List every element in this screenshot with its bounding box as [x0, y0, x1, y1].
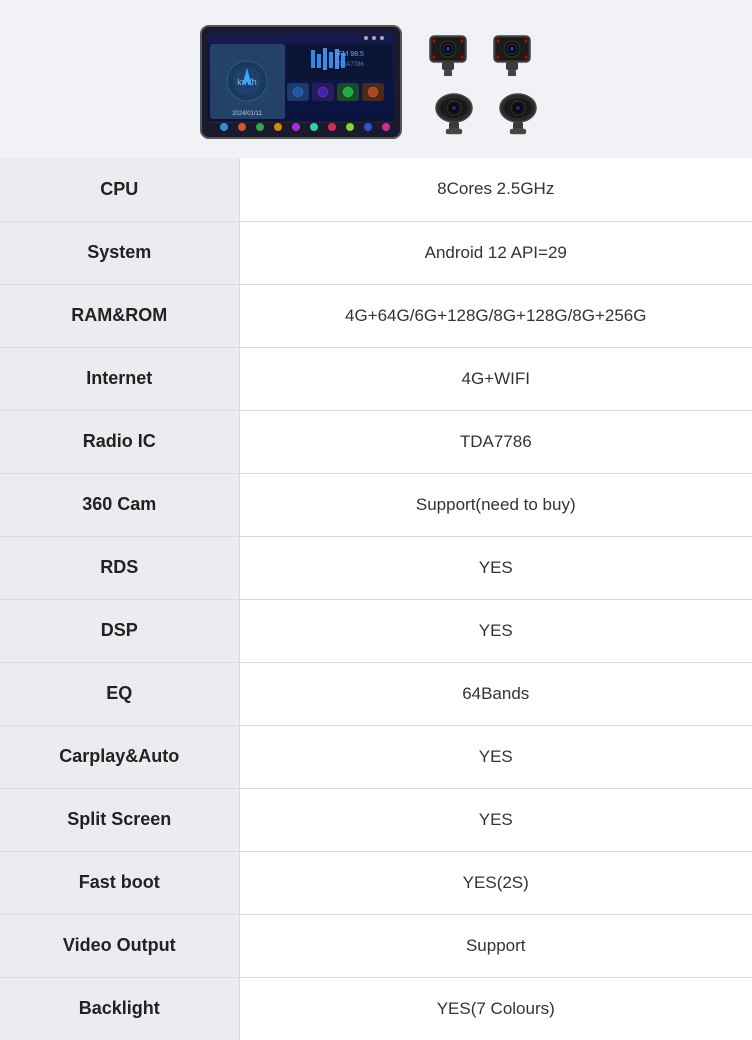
spec-value: 4G+64G/6G+128G/8G+128G/8G+256G	[239, 284, 752, 347]
spec-value: 4G+WIFI	[239, 347, 752, 410]
table-row: BacklightYES(7 Colours)	[0, 977, 752, 1040]
camera-1-icon	[426, 28, 484, 80]
product-image-row: km/h FM 98.5 TDA7786	[0, 0, 752, 158]
spec-value: 8Cores 2.5GHz	[239, 158, 752, 221]
spec-label: Split Screen	[0, 788, 239, 851]
camera-group	[426, 28, 556, 138]
spec-label: RAM&ROM	[0, 284, 239, 347]
svg-text:FM 98.5: FM 98.5	[338, 51, 364, 58]
spec-label: Video Output	[0, 914, 239, 977]
specs-table: CPU8Cores 2.5GHzSystemAndroid 12 API=29R…	[0, 158, 752, 1040]
spec-value: YES(7 Colours)	[239, 977, 752, 1040]
main-unit-image: km/h FM 98.5 TDA7786	[196, 18, 406, 148]
spec-label: 360 Cam	[0, 473, 239, 536]
table-row: SystemAndroid 12 API=29	[0, 221, 752, 284]
table-row: EQ64Bands	[0, 662, 752, 725]
spec-value: Support	[239, 914, 752, 977]
spec-label: Internet	[0, 347, 239, 410]
spec-value: Support(need to buy)	[239, 473, 752, 536]
svg-text:TDA7786: TDA7786	[338, 62, 364, 68]
spec-value: YES	[239, 788, 752, 851]
spec-label: Fast boot	[0, 851, 239, 914]
table-row: Video OutputSupport	[0, 914, 752, 977]
table-row: RDSYES	[0, 536, 752, 599]
spec-value: TDA7786	[239, 410, 752, 473]
spec-value: YES	[239, 599, 752, 662]
table-row: CPU8Cores 2.5GHz	[0, 158, 752, 221]
spec-value: YES	[239, 536, 752, 599]
svg-text:2024/01/11: 2024/01/11	[232, 111, 262, 117]
table-row: Internet4G+WIFI	[0, 347, 752, 410]
spec-value: YES	[239, 725, 752, 788]
spec-label: EQ	[0, 662, 239, 725]
table-row: 360 CamSupport(need to buy)	[0, 473, 752, 536]
table-row: DSPYES	[0, 599, 752, 662]
spec-value: 64Bands	[239, 662, 752, 725]
table-row: Split ScreenYES	[0, 788, 752, 851]
spec-label: CPU	[0, 158, 239, 221]
camera-3-icon	[426, 86, 484, 138]
page-container: km/h FM 98.5 TDA7786	[0, 0, 752, 1040]
table-row: Radio ICTDA7786	[0, 410, 752, 473]
spec-value: Android 12 API=29	[239, 221, 752, 284]
camera-4-icon	[490, 86, 548, 138]
spec-label: Backlight	[0, 977, 239, 1040]
spec-value: YES(2S)	[239, 851, 752, 914]
spec-label: DSP	[0, 599, 239, 662]
camera-2-icon	[490, 28, 548, 80]
spec-label: Carplay&Auto	[0, 725, 239, 788]
spec-label: Radio IC	[0, 410, 239, 473]
table-row: RAM&ROM4G+64G/6G+128G/8G+128G/8G+256G	[0, 284, 752, 347]
table-row: Fast bootYES(2S)	[0, 851, 752, 914]
spec-label: System	[0, 221, 239, 284]
table-row: Carplay&AutoYES	[0, 725, 752, 788]
spec-label: RDS	[0, 536, 239, 599]
